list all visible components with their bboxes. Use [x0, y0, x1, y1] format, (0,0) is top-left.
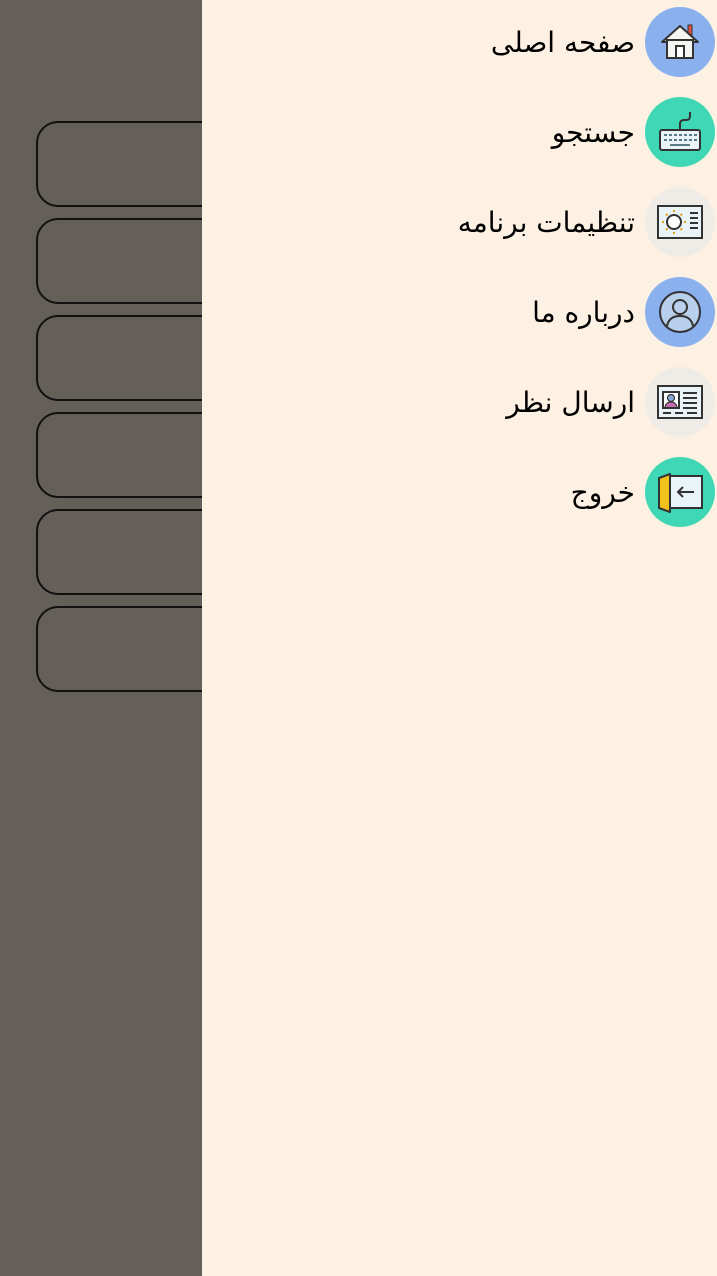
menu-icon-circle	[645, 97, 715, 167]
background-card	[36, 121, 202, 207]
user-icon	[659, 291, 701, 333]
exit-icon	[658, 473, 703, 513]
settings-panel-icon	[657, 205, 703, 239]
menu-item-feedback[interactable]: ارسال نظر	[202, 364, 717, 440]
scrim-overlay[interactable]	[0, 0, 202, 1276]
background-card	[36, 509, 202, 595]
menu-item-exit[interactable]: خروج	[202, 454, 717, 530]
navigation-drawer: صفحه اصلی جستجو تنظیمات برنامه درباره ما…	[202, 0, 717, 1276]
menu-icon-circle	[645, 7, 715, 77]
menu-icon-circle	[645, 457, 715, 527]
menu-item-search[interactable]: جستجو	[202, 94, 717, 170]
menu-icon-circle	[645, 367, 715, 437]
menu-item-label: تنظیمات برنامه	[457, 205, 635, 239]
keyboard-icon	[659, 112, 701, 151]
menu-icon-circle	[645, 187, 715, 257]
menu-icon-circle	[645, 277, 715, 347]
menu-item-label: جستجو	[551, 115, 635, 149]
menu-item-about[interactable]: درباره ما	[202, 274, 717, 350]
home-icon	[661, 24, 699, 59]
menu-item-label: خروج	[570, 475, 635, 509]
menu-item-home[interactable]: صفحه اصلی	[202, 4, 717, 80]
background-card	[36, 218, 202, 304]
menu-item-label: درباره ما	[532, 295, 635, 329]
background-card	[36, 606, 202, 692]
background-card	[36, 412, 202, 498]
menu-item-label: صفحه اصلی	[490, 25, 635, 59]
background-card	[36, 315, 202, 401]
id-card-icon	[657, 385, 703, 419]
menu-item-label: ارسال نظر	[506, 385, 635, 419]
menu-item-settings[interactable]: تنظیمات برنامه	[202, 184, 717, 260]
